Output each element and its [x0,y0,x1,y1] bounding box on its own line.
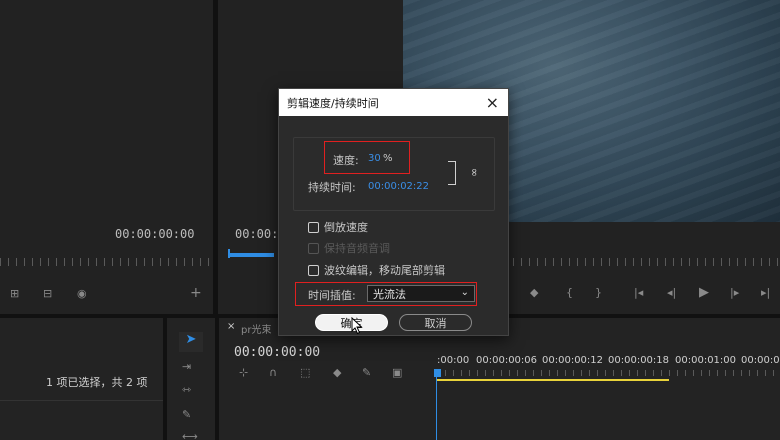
reverse-speed-option[interactable]: 倒放速度 [308,219,368,235]
reverse-speed-checkbox[interactable] [308,221,319,233]
source-monitor: 00:00:00:00 ⊞ ⊟ ◉ + [0,0,213,314]
close-icon[interactable]: × [486,93,499,112]
cancel-button[interactable]: 取消 [399,314,472,331]
ruler-label: 00:00:01 [741,355,780,366]
ruler-label: 00:00:01:00 [675,355,737,366]
maintain-pitch-checkbox [308,242,319,254]
speed-label: 速度: [333,154,359,167]
selection-status: 1 项已选择，共 2 项 [46,376,148,389]
ripple-edit-label: 波纹编辑，移动尾部剪辑 [324,264,445,277]
program-time-ruler[interactable] [513,258,780,266]
step-forward-icon[interactable]: |▸ [730,286,739,299]
playhead-marker[interactable] [228,249,230,258]
link-bracket [448,161,456,185]
ruler-label: :00:00 [437,355,470,366]
ripple-edit-checkbox[interactable] [308,264,319,276]
play-icon[interactable]: ▶ [699,285,709,300]
interpolation-label: 时间插值: [308,289,356,302]
tab-sequence[interactable]: pr光束 [241,321,271,336]
selection-tool-icon[interactable]: ➤ [179,332,203,352]
timeline-ruler-labels[interactable]: :00:00 00:00:00:06 00:00:00:12 00:00:00:… [437,355,780,367]
interpolation-value: 光流法 [373,287,406,301]
step-back-icon[interactable]: ◂| [667,286,676,299]
mouse-cursor-icon [351,317,363,335]
go-to-out-icon[interactable]: ▸| [761,286,770,299]
work-area-bar[interactable] [437,379,669,381]
close-tab-icon[interactable]: × [227,321,235,332]
speed-unit: % [383,153,393,164]
go-to-in-icon[interactable]: |◂ [634,286,643,299]
source-timecode[interactable]: 00:00:00:00 [115,227,194,241]
project-divider [0,400,163,401]
razor-tool-icon[interactable]: ✎ [182,408,191,421]
clip-speed-duration-dialog: 剪辑速度/持续时间 × 速度: 30 % 持续时间: 00:00:02:22 ∞… [278,88,509,336]
timeline-playhead-line[interactable] [436,376,437,440]
reverse-speed-label: 倒放速度 [324,221,368,234]
marker-icon[interactable]: ◆ [530,286,538,299]
timeline-ruler[interactable] [437,370,780,376]
chevron-down-icon: ⌄ [460,287,469,298]
tools-panel: ➤ ⇥ ⇿ ✎ ⟷ [167,318,215,440]
ripple-edit-icon[interactable]: ⇿ [182,383,191,396]
ripple-edit-option[interactable]: 波纹编辑，移动尾部剪辑 [308,262,445,278]
timeline-panel: × pr光束 00:00:00:00 ⊹ ∩ ⬚ ◆ ✎ ▣ :00:00 00… [219,318,780,440]
source-time-ruler[interactable] [0,258,213,266]
speed-value[interactable]: 30 [368,153,381,164]
ruler-label: 00:00:00:06 [476,355,538,366]
duration-label: 持续时间: [308,181,356,194]
time-interpolation-select[interactable]: 光流法 ⌄ [367,285,475,302]
captions-icon[interactable]: ▣ [392,366,402,379]
settings-wrench-icon[interactable]: ✎ [362,366,371,379]
maintain-pitch-option: 保持音频音调 [308,240,390,256]
ruler-label: 00:00:00:12 [542,355,604,366]
track-select-icon[interactable]: ⇥ [182,360,191,373]
project-panel: 1 项已选择，共 2 项 [0,318,163,440]
nest-icon[interactable]: ⊹ [239,366,248,379]
add-button-icon[interactable]: + [190,285,202,301]
link-icon[interactable]: ∞ [468,168,481,177]
insert-icon[interactable]: ⊞ [10,287,19,300]
timeline-timecode[interactable]: 00:00:00:00 [234,345,320,360]
slip-tool-icon[interactable]: ⟷ [182,430,198,440]
overwrite-icon[interactable]: ⊟ [43,287,52,300]
mark-in-icon[interactable]: { [566,286,573,299]
ruler-label: 00:00:00:18 [608,355,670,366]
snap-icon[interactable]: ∩ [269,366,277,379]
add-marker-icon[interactable]: ◆ [333,366,341,379]
maintain-pitch-label: 保持音频音调 [324,242,390,255]
mark-out-icon[interactable]: } [595,286,602,299]
camera-icon[interactable]: ◉ [77,287,87,300]
duration-value[interactable]: 00:00:02:22 [368,181,429,192]
program-playbar[interactable] [228,253,274,257]
dialog-title: 剪辑速度/持续时间 [287,96,379,110]
linked-select-icon[interactable]: ⬚ [300,366,310,379]
dialog-titlebar: 剪辑速度/持续时间 × [279,89,508,116]
